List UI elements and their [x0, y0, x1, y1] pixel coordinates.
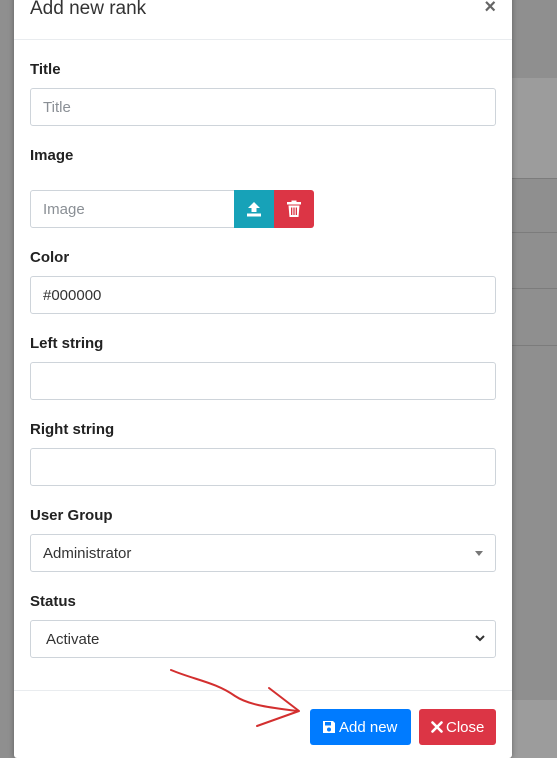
color-label: Color [30, 249, 70, 266]
upload-icon [247, 202, 261, 217]
image-label: Image [30, 147, 74, 164]
left-string-label: Left string [30, 335, 104, 352]
save-icon [323, 721, 335, 733]
color-input[interactable] [30, 276, 496, 314]
background-panel [512, 700, 557, 758]
status-select[interactable]: Activate [30, 620, 496, 658]
background-divider [512, 288, 557, 289]
modal-header: Add new rank × [14, 0, 512, 40]
modal-title: Add new rank [30, 0, 147, 19]
add-new-button[interactable]: Add new [310, 709, 411, 745]
user-group-select[interactable]: Administrator [30, 534, 496, 572]
status-value: Activate [46, 630, 100, 648]
user-group-label: User Group [30, 507, 113, 524]
delete-image-button[interactable] [274, 190, 314, 228]
image-input[interactable] [30, 190, 235, 228]
add-new-label: Add new [339, 718, 398, 736]
close-button[interactable]: Close [419, 709, 496, 745]
times-icon [431, 721, 443, 733]
background-divider [512, 232, 557, 233]
user-group-value: Administrator [43, 544, 132, 562]
left-string-input[interactable] [30, 362, 496, 400]
close-label: Close [446, 718, 485, 736]
trash-icon [287, 200, 301, 217]
title-label: Title [30, 61, 61, 78]
upload-button[interactable] [234, 190, 274, 228]
background-panel [512, 78, 557, 178]
modal-footer: Add new Close [14, 690, 512, 758]
right-string-label: Right string [30, 421, 115, 438]
title-input[interactable] [30, 88, 496, 126]
caret-down-icon [475, 551, 483, 556]
background-divider [512, 345, 557, 346]
chevron-down-icon [475, 635, 485, 642]
close-icon[interactable]: × [484, 0, 496, 19]
right-string-input[interactable] [30, 448, 496, 486]
background-divider [512, 178, 557, 179]
status-label: Status [30, 593, 76, 610]
add-rank-modal: Add new rank × Title Image Color Left st… [14, 0, 512, 758]
